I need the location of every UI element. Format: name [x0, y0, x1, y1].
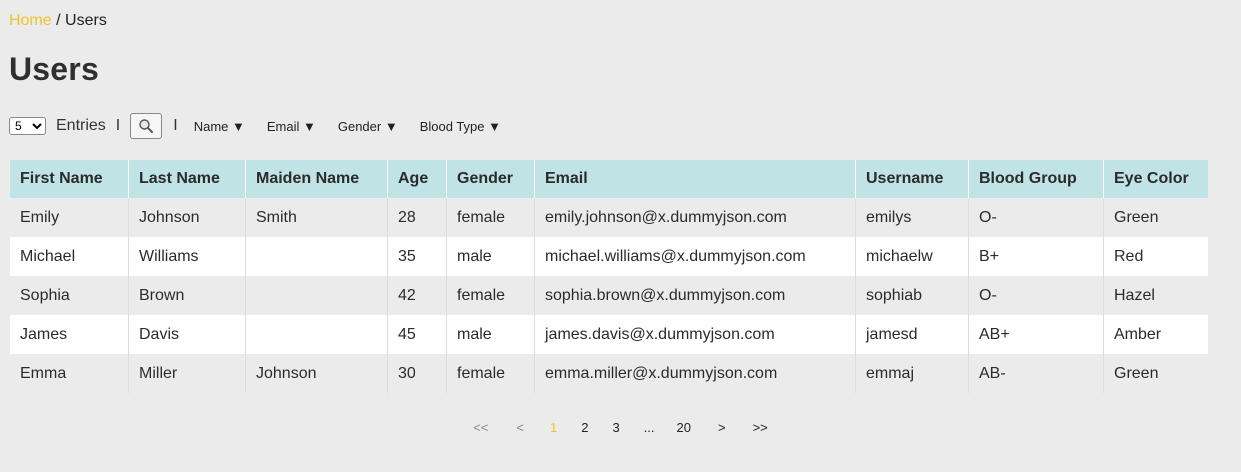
column-header-username: Username [855, 160, 969, 198]
pagination-prev-button[interactable]: < [516, 420, 524, 435]
cell-last-name: Johnson [128, 198, 246, 237]
entries-label: Entries [56, 117, 106, 134]
cell-maiden-name [245, 276, 388, 315]
cell-blood-group: B+ [968, 237, 1104, 276]
column-header-blood-group: Blood Group [968, 160, 1104, 198]
cell-age: 42 [387, 276, 447, 315]
cell-username: sophiab [855, 276, 969, 315]
cell-age: 30 [387, 354, 447, 393]
column-header-email: Email [534, 160, 856, 198]
column-header-first-name: First Name [10, 160, 129, 198]
users-table: First Name Last Name Maiden Name Age Gen… [10, 160, 1208, 393]
column-header-age: Age [387, 160, 447, 198]
breadcrumb: Home / Users [9, 12, 107, 30]
cell-age: 28 [387, 198, 447, 237]
filter-name-dropdown[interactable]: Name ▼ [194, 119, 245, 134]
cell-maiden-name: Johnson [245, 354, 388, 393]
table-controls: 5 Entries I I Name ▼ Email ▼ Gender ▼ Bl… [9, 113, 501, 139]
column-header-eye-color: Eye Color [1103, 160, 1208, 198]
cell-email: sophia.brown@x.dummyjson.com [534, 276, 856, 315]
cell-gender: female [446, 354, 535, 393]
cell-username: jamesd [855, 315, 969, 354]
entries-select[interactable]: 5 [9, 117, 46, 135]
cell-email: michael.williams@x.dummyjson.com [534, 237, 856, 276]
cell-first-name: Sophia [10, 276, 129, 315]
cell-username: emilys [855, 198, 969, 237]
cell-eye-color: Green [1103, 198, 1208, 237]
pagination-page-3[interactable]: 3 [612, 420, 619, 435]
cell-age: 35 [387, 237, 447, 276]
cell-gender: male [446, 315, 535, 354]
cell-blood-group: AB+ [968, 315, 1104, 354]
cell-eye-color: Amber [1103, 315, 1208, 354]
pagination: << < 1 2 3 ... 20 > >> [0, 420, 1241, 435]
cell-eye-color: Hazel [1103, 276, 1208, 315]
cell-blood-group: O- [968, 198, 1104, 237]
table-header-row: First Name Last Name Maiden Name Age Gen… [10, 160, 1208, 198]
cell-last-name: Williams [128, 237, 246, 276]
page-title: Users [9, 51, 99, 87]
cell-first-name: James [10, 315, 129, 354]
search-button[interactable] [130, 113, 163, 139]
cell-email: emma.miller@x.dummyjson.com [534, 354, 856, 393]
pagination-ellipsis: ... [643, 420, 655, 435]
cell-email: james.davis@x.dummyjson.com [534, 315, 856, 354]
cell-first-name: Emily [10, 198, 129, 237]
pagination-page-1[interactable]: 1 [550, 420, 557, 435]
pagination-last-button[interactable]: >> [753, 420, 768, 435]
cell-first-name: Michael [10, 237, 129, 276]
cell-eye-color: Red [1103, 237, 1208, 276]
cell-blood-group: O- [968, 276, 1104, 315]
breadcrumb-current: Users [65, 12, 107, 29]
table-row: James Davis 45 male james.davis@x.dummyj… [10, 315, 1208, 354]
magnifier-icon [139, 119, 154, 133]
pagination-page-20[interactable]: 20 [677, 420, 691, 435]
table-row: Sophia Brown 42 female sophia.brown@x.du… [10, 276, 1208, 315]
pagination-first-button[interactable]: << [473, 420, 488, 435]
filter-blood-type-dropdown[interactable]: Blood Type ▼ [420, 119, 501, 134]
column-header-gender: Gender [446, 160, 535, 198]
cell-gender: female [446, 276, 535, 315]
cell-maiden-name [245, 315, 388, 354]
table-row: Emma Miller Johnson 30 female emma.mille… [10, 354, 1208, 393]
cell-email: emily.johnson@x.dummyjson.com [534, 198, 856, 237]
divider: I [173, 117, 178, 134]
cell-last-name: Brown [128, 276, 246, 315]
cell-last-name: Miller [128, 354, 246, 393]
cell-blood-group: AB- [968, 354, 1104, 393]
column-header-maiden-name: Maiden Name [245, 160, 388, 198]
cell-eye-color: Green [1103, 354, 1208, 393]
breadcrumb-home-link[interactable]: Home [9, 12, 52, 29]
column-header-last-name: Last Name [128, 160, 246, 198]
cell-maiden-name [245, 237, 388, 276]
cell-first-name: Emma [10, 354, 129, 393]
filter-gender-dropdown[interactable]: Gender ▼ [338, 119, 398, 134]
cell-maiden-name: Smith [245, 198, 388, 237]
cell-age: 45 [387, 315, 447, 354]
cell-username: michaelw [855, 237, 969, 276]
pagination-page-2[interactable]: 2 [581, 420, 588, 435]
cell-username: emmaj [855, 354, 969, 393]
cell-last-name: Davis [128, 315, 246, 354]
table-row: Emily Johnson Smith 28 female emily.john… [10, 198, 1208, 237]
filter-email-dropdown[interactable]: Email ▼ [267, 119, 316, 134]
divider: I [115, 117, 121, 134]
cell-gender: male [446, 237, 535, 276]
pagination-next-button[interactable]: > [718, 420, 726, 435]
breadcrumb-separator: / [56, 12, 61, 29]
table-row: Michael Williams 35 male michael.william… [10, 237, 1208, 276]
cell-gender: female [446, 198, 535, 237]
